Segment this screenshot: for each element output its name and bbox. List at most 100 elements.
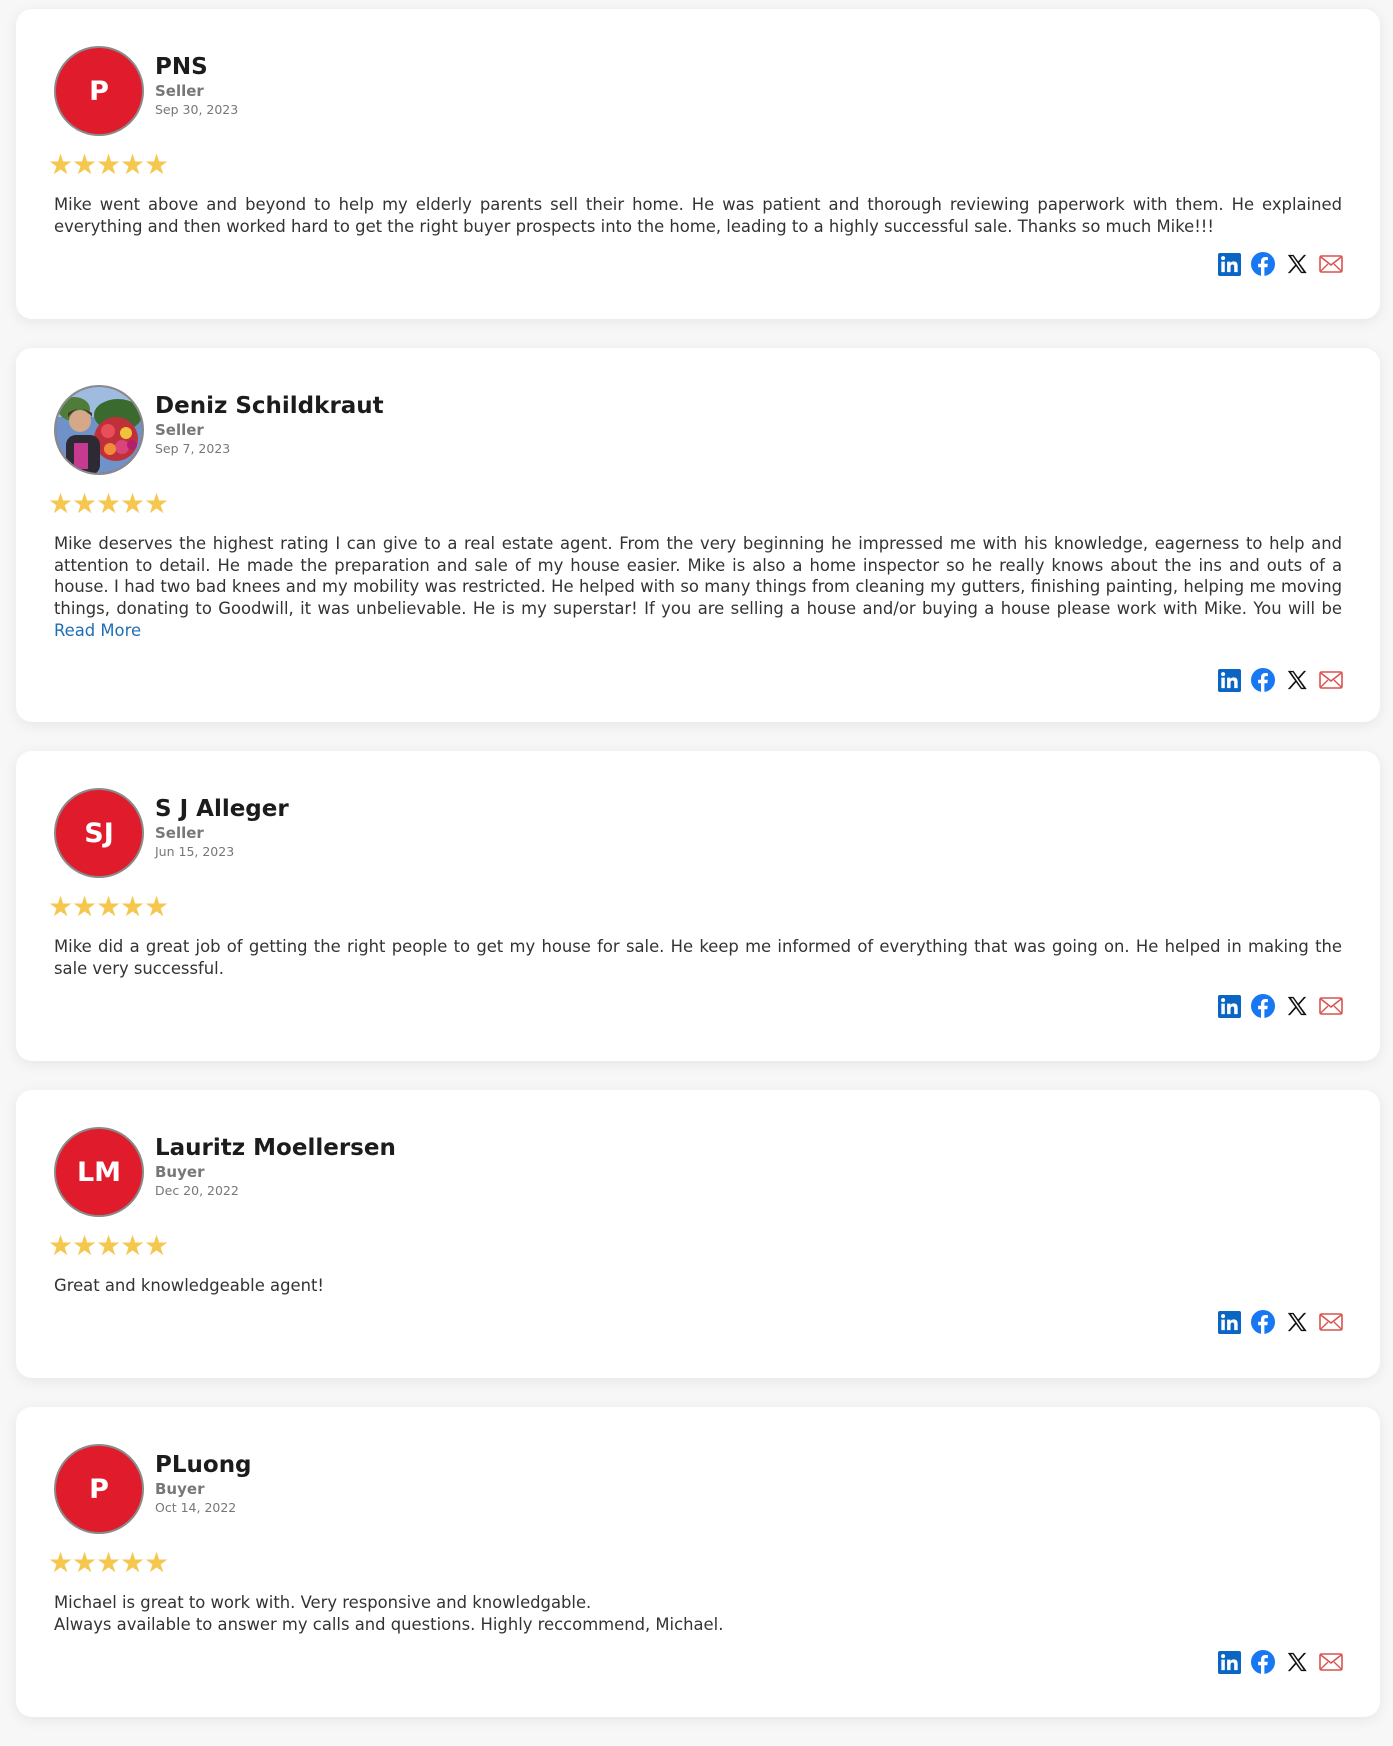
star-icon: ★	[120, 148, 146, 181]
reviewer-info: Deniz Schildkraut Seller Sep 7, 2023	[155, 385, 384, 458]
facebook-icon[interactable]	[1250, 251, 1276, 277]
reviewer-header: P PNS Seller Sep 30, 2023	[54, 46, 1342, 136]
review-card: P PLuong Buyer Oct 14, 2022 ★ ★ ★ ★ ★ Michae…	[16, 1407, 1380, 1717]
star-icon: ★	[48, 148, 74, 181]
star-icon: ★	[120, 1546, 146, 1579]
reviewer-name: Deniz Schildkraut	[155, 393, 384, 419]
reviewer-info: PLuong Buyer Oct 14, 2022	[155, 1444, 252, 1517]
x-icon[interactable]	[1284, 667, 1310, 693]
avatar: SJ	[54, 788, 144, 878]
review-date: Sep 30, 2023	[155, 102, 239, 117]
reviewer-header: P PLuong Buyer Oct 14, 2022	[54, 1444, 1342, 1534]
star-icon: ★	[96, 1229, 122, 1262]
reviewer-name: S J Alleger	[155, 796, 289, 822]
star-rating: ★ ★ ★ ★ ★	[48, 892, 1342, 922]
avatar: LM	[54, 1127, 144, 1217]
avatar-photo	[54, 385, 144, 475]
linkedin-icon[interactable]	[1216, 667, 1242, 693]
reviewer-info: S J Alleger Seller Jun 15, 2023	[155, 788, 289, 861]
review-text-line: Always available to answer my calls and …	[54, 1614, 724, 1634]
avatar-photo-image	[56, 387, 142, 473]
review-card: LM Lauritz Moellersen Buyer Dec 20, 2022…	[16, 1090, 1380, 1378]
linkedin-icon[interactable]	[1216, 1309, 1242, 1335]
star-icon: ★	[120, 487, 146, 520]
review-list: P PNS Seller Sep 30, 2023 ★ ★ ★ ★ ★ Mike wen…	[16, 9, 1380, 1746]
review-date: Jun 15, 2023	[155, 844, 235, 859]
review-card: Deniz Schildkraut Seller Sep 7, 2023 ★ ★ ★…	[16, 348, 1380, 722]
star-icon: ★	[48, 1229, 74, 1262]
reviewer-header: SJ S J Alleger Seller Jun 15, 2023	[54, 788, 1342, 878]
facebook-icon[interactable]	[1250, 1649, 1276, 1675]
email-icon[interactable]	[1318, 667, 1344, 693]
star-icon: ★	[144, 1546, 170, 1579]
review-text: Mike went above and beyond to help my el…	[54, 195, 1342, 236]
reviewer-name: PNS	[155, 54, 208, 80]
linkedin-icon[interactable]	[1216, 251, 1242, 277]
review-text-line: Michael is great to work with. Very resp…	[54, 1593, 592, 1612]
star-rating: ★ ★ ★ ★ ★	[48, 150, 1342, 180]
star-icon: ★	[72, 148, 98, 181]
reviewer-role: Buyer	[155, 1163, 205, 1181]
star-icon: ★	[48, 487, 74, 520]
review-card: P PNS Seller Sep 30, 2023 ★ ★ ★ ★ ★ Mike wen…	[16, 9, 1380, 319]
review-date: Dec 20, 2022	[155, 1183, 239, 1198]
email-icon[interactable]	[1318, 251, 1344, 277]
star-icon: ★	[72, 1229, 98, 1262]
reviewer-info: Lauritz Moellersen Buyer Dec 20, 2022	[155, 1127, 396, 1200]
star-icon: ★	[96, 1546, 122, 1579]
star-icon: ★	[144, 1229, 170, 1262]
review-text: Mike did a great job of getting the righ…	[54, 937, 1342, 978]
share-bar	[1216, 251, 1344, 277]
star-rating: ★ ★ ★ ★ ★	[48, 489, 1342, 519]
reviewer-role: Seller	[155, 824, 204, 842]
star-icon: ★	[72, 487, 98, 520]
x-icon[interactable]	[1284, 1309, 1310, 1335]
email-icon[interactable]	[1318, 1309, 1344, 1335]
star-icon: ★	[144, 487, 170, 520]
star-icon: ★	[48, 890, 74, 923]
star-icon: ★	[96, 148, 122, 181]
star-icon: ★	[120, 890, 146, 923]
star-icon: ★	[120, 1229, 146, 1262]
facebook-icon[interactable]	[1250, 1309, 1276, 1335]
star-icon: ★	[48, 1546, 74, 1579]
linkedin-icon[interactable]	[1216, 1649, 1242, 1675]
linkedin-icon[interactable]	[1216, 993, 1242, 1019]
reviewer-role: Buyer	[155, 1480, 205, 1498]
read-more-link[interactable]: Read More	[54, 620, 141, 642]
review-text: Great and knowledgeable agent!	[54, 1276, 324, 1295]
share-bar	[1216, 993, 1344, 1019]
reviewer-name: PLuong	[155, 1452, 252, 1478]
star-icon: ★	[72, 890, 98, 923]
email-icon[interactable]	[1318, 993, 1344, 1019]
star-rating: ★ ★ ★ ★ ★	[48, 1231, 1342, 1261]
facebook-icon[interactable]	[1250, 993, 1276, 1019]
review-date: Sep 7, 2023	[155, 441, 231, 456]
star-icon: ★	[96, 890, 122, 923]
review-text: Michael is great to work with. Very resp…	[54, 1592, 1342, 1635]
review-card: SJ S J Alleger Seller Jun 15, 2023 ★ ★ ★ ★ ★…	[16, 751, 1380, 1061]
x-icon[interactable]	[1284, 251, 1310, 277]
avatar: P	[54, 46, 144, 136]
reviewer-header: LM Lauritz Moellersen Buyer Dec 20, 2022	[54, 1127, 1342, 1217]
avatar: P	[54, 1444, 144, 1534]
reviewer-info: PNS Seller Sep 30, 2023	[155, 46, 238, 119]
facebook-icon[interactable]	[1250, 667, 1276, 693]
share-bar	[1216, 1309, 1344, 1335]
share-bar	[1216, 1649, 1344, 1675]
email-icon[interactable]	[1318, 1649, 1344, 1675]
star-icon: ★	[144, 890, 170, 923]
reviewer-role: Seller	[155, 82, 204, 100]
reviewer-header: Deniz Schildkraut Seller Sep 7, 2023	[54, 385, 1342, 475]
star-rating: ★ ★ ★ ★ ★	[48, 1548, 1342, 1578]
x-icon[interactable]	[1284, 993, 1310, 1019]
star-icon: ★	[144, 148, 170, 181]
star-icon: ★	[72, 1546, 98, 1579]
share-bar	[1216, 667, 1344, 693]
star-icon: ★	[96, 487, 122, 520]
review-text: Mike deserves the highest rating I can g…	[54, 534, 1342, 619]
x-icon[interactable]	[1284, 1649, 1310, 1675]
reviewer-name: Lauritz Moellersen	[155, 1135, 396, 1161]
review-date: Oct 14, 2022	[155, 1500, 237, 1515]
reviewer-role: Seller	[155, 421, 204, 439]
